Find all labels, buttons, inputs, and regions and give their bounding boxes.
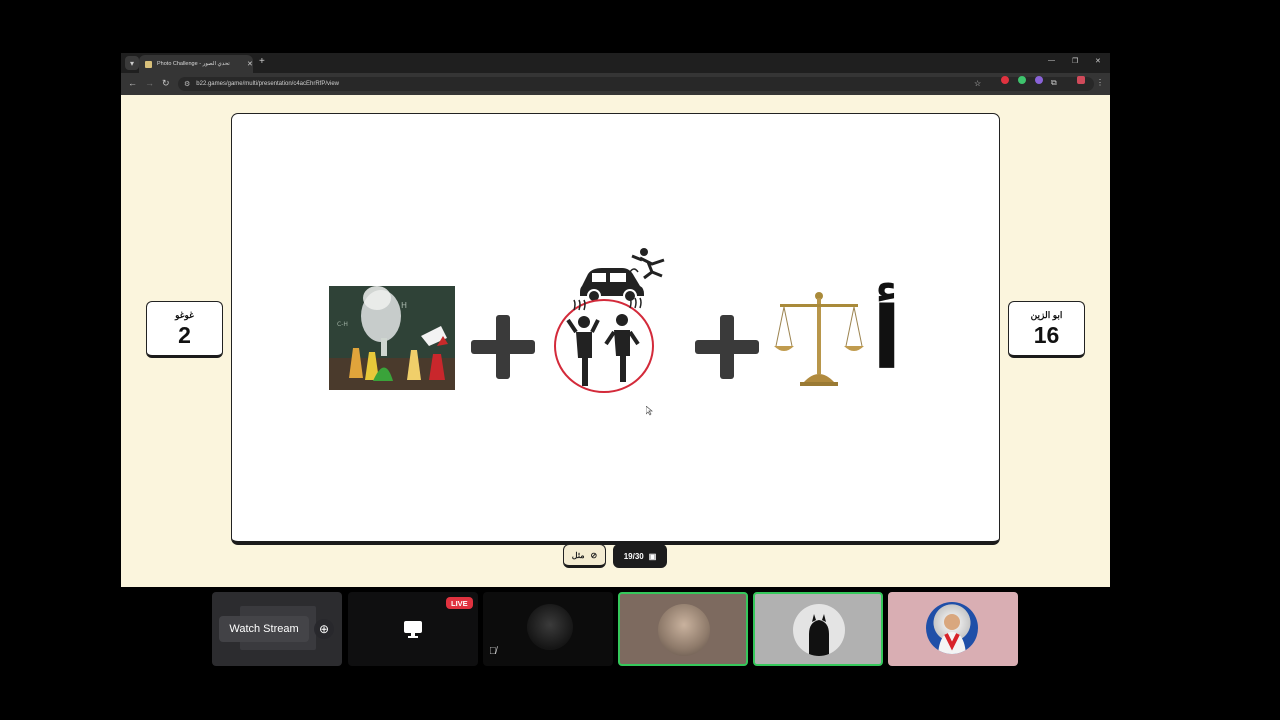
round-counter: 19/30 ▣ [613,544,667,568]
tab-title: Photo Challenge - تحدي الصور [157,61,230,67]
participant-tile-speaking[interactable] [753,592,883,666]
player-score: 2 [178,322,191,348]
forward-icon[interactable]: → [145,78,154,88]
extension-icon[interactable] [1001,76,1009,84]
scales-of-justice-icon [774,292,864,386]
hint-button[interactable]: مثل ⊘ [563,544,606,568]
participant-tile-speaking[interactable] [618,592,748,666]
round-label: 19/30 [623,551,644,561]
watch-stream-button[interactable]: Watch Stream [219,616,309,642]
tab-active[interactable]: Photo Challenge - تحدي الصور ✕ [139,55,253,73]
browser-window: ▾ Photo Challenge - تحدي الصور ✕ + — ❐ ✕… [121,53,1110,587]
game-viewport: غوغو 2 ابو الزين 16 H C-H أ مثل ⊘ 19/30 … [121,95,1110,587]
stream-tile[interactable]: Watch Stream ⊕ [212,592,342,666]
live-badge: LIVE [446,597,473,609]
puzzle-slide: H C-H أ [231,113,1000,545]
reload-icon[interactable]: ↻ [162,78,170,88]
close-window-icon[interactable]: ✕ [1095,57,1101,65]
star-icon[interactable]: ☆ [974,79,981,88]
back-icon[interactable]: ← [128,78,137,88]
url-text: b22.games/game/multi/presentation/c4acEh… [196,81,340,87]
extension-icon[interactable] [1018,76,1026,84]
plus-sign [471,315,535,379]
cursor-icon [646,406,653,416]
tab-bar: ▾ Photo Challenge - تحدي الصور ✕ + — ❐ ✕ [121,53,1110,73]
avatar [527,604,573,650]
site-info-icon[interactable]: ⚙ [184,80,190,88]
screen: ▾ Photo Challenge - تحدي الصور ✕ + — ❐ ✕… [0,0,1280,720]
player-name: غوغو [175,310,194,320]
screen-share-icon [404,621,422,638]
arabic-letter: أ [872,289,902,389]
svg-text:C-H: C-H [337,321,348,328]
watch-stream-label: Watch Stream [229,623,299,635]
tab-list-icon[interactable]: ▾ [125,56,139,70]
avatar [926,602,978,654]
menu-icon[interactable]: ⋮ [1096,78,1104,88]
hint-label: مثل [571,550,585,560]
address-bar[interactable]: ⚙ b22.games/game/multi/presentation/c4ac… [178,77,1094,91]
accident-pictogram [554,248,665,393]
svg-text:H: H [401,301,407,310]
restore-icon[interactable]: ❐ [1072,57,1078,65]
chemistry-photo: H C-H [329,286,455,390]
favicon-icon [145,60,152,68]
participant-tile[interactable] [888,592,1018,666]
navigation-bar: ← → ↻ ⚙ b22.games/game/multi/presentatio… [121,73,1110,95]
avatar [793,604,845,656]
minimize-icon[interactable]: — [1048,57,1055,64]
plus-icon[interactable]: + [259,57,265,67]
screen-share-tile[interactable]: LIVE [348,592,478,666]
player-name: ابو الزين [1030,310,1063,320]
close-icon[interactable]: ✕ [247,60,253,68]
right-player-score-card: ابو الزين 16 [1008,301,1085,358]
puzzle-icon[interactable]: ⧉ [1051,78,1057,88]
profile-icon[interactable] [1077,76,1085,84]
extension-icon[interactable] [1035,76,1043,84]
left-player-score-card: غوغو 2 [146,301,223,358]
image-icon: ▣ [648,551,657,561]
popout-icon[interactable]: ⊕ [314,619,334,639]
plus-sign [695,315,759,379]
hint-icon: ⊘ [590,550,598,560]
participant-tile[interactable]: 🎙̸ [483,592,613,666]
avatar [658,604,710,656]
player-score: 16 [1033,322,1060,348]
live-label: LIVE [451,598,468,608]
muted-mic-icon: 🎙̸ [489,646,497,657]
